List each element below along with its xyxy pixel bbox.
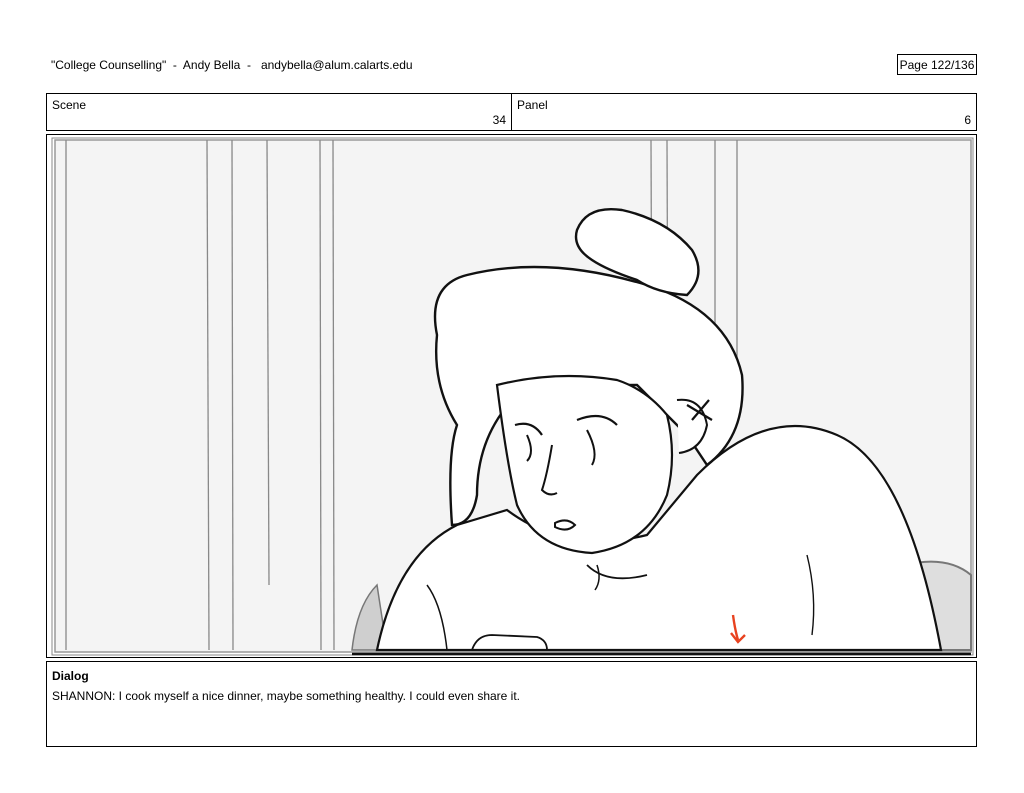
dialog-box: Dialog SHANNON: I cook myself a nice din… [46, 661, 977, 747]
scene-number: 34 [492, 113, 506, 127]
dialog-label: Dialog [52, 669, 89, 683]
scene-label: Scene [52, 98, 87, 112]
page-number-box: Page 122/136 [897, 54, 977, 75]
page-number: Page 122/136 [899, 57, 975, 72]
dialog-text: SHANNON: I cook myself a nice dinner, ma… [52, 689, 520, 703]
panel-number: 6 [964, 113, 971, 127]
storyboard-sketch [51, 137, 974, 656]
storyboard-frame [46, 134, 977, 658]
document-header-title: "College Counselling" - Andy Bella - and… [51, 58, 413, 72]
scene-box: Scene 34 [46, 93, 512, 131]
panel-label: Panel [517, 98, 548, 112]
panel-box: Panel 6 [511, 93, 977, 131]
